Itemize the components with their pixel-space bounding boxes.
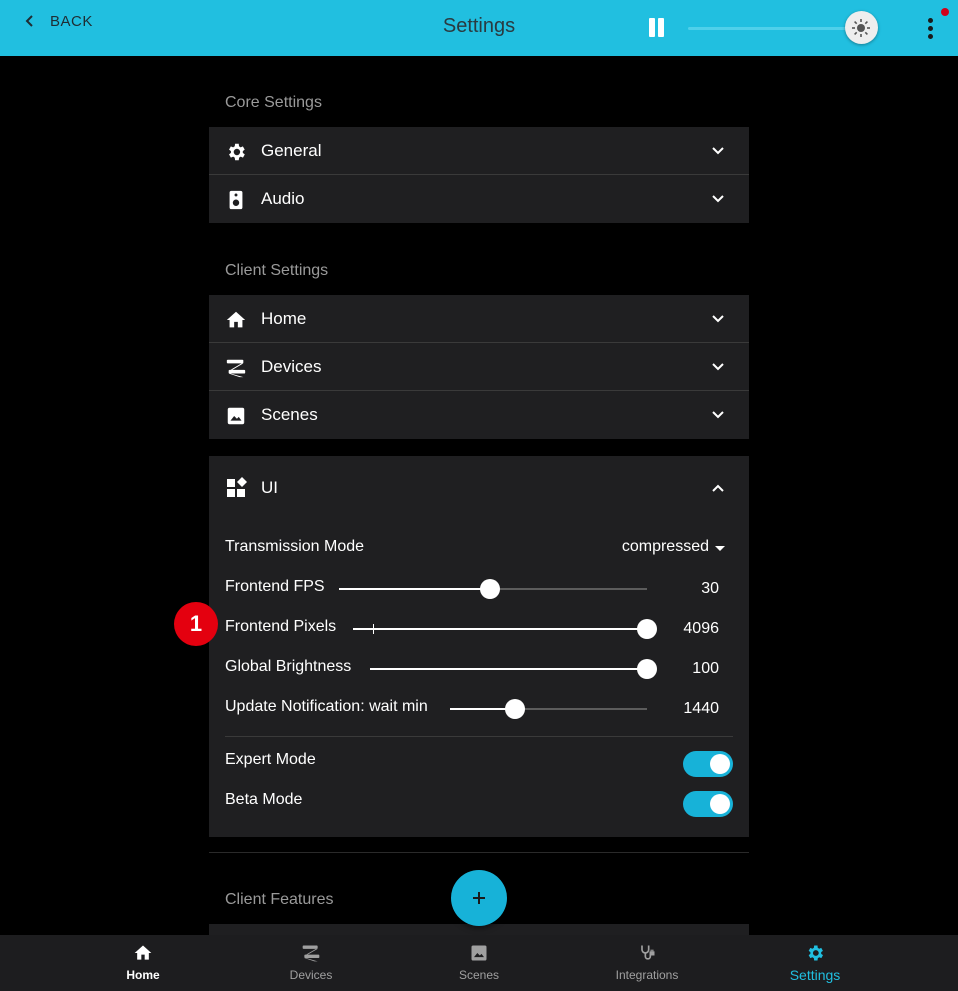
- frontend-fps-setting: Frontend FPS 30: [225, 568, 733, 608]
- setting-label: Expert Mode: [225, 751, 316, 768]
- setting-label: Frontend FPS: [225, 578, 325, 595]
- accordion-label: General: [261, 140, 322, 160]
- accordion-audio[interactable]: Audio: [209, 175, 749, 223]
- nav-integrations[interactable]: Integrations: [563, 935, 731, 991]
- led-strip-icon: [226, 359, 246, 378]
- setting-label: Global Brightness: [225, 658, 352, 675]
- slider-thumb[interactable]: [637, 659, 657, 679]
- brightness-slider-thumb[interactable]: [844, 11, 878, 44]
- app-bar: BACK Settings: [0, 0, 958, 56]
- slider-thumb[interactable]: [637, 619, 657, 639]
- nav-home[interactable]: Home: [59, 935, 227, 991]
- pause-icon: [649, 18, 655, 37]
- accordion-scenes[interactable]: Scenes: [209, 391, 749, 439]
- pause-button[interactable]: [646, 18, 666, 38]
- transmission-mode-setting: Transmission Mode compressed: [225, 528, 733, 568]
- setting-value: 100: [692, 660, 719, 677]
- home-icon: [226, 311, 246, 328]
- update-notification-slider[interactable]: [450, 699, 647, 719]
- slider-fill: [370, 668, 647, 670]
- divider: [225, 736, 733, 737]
- select-value: compressed: [621, 538, 709, 555]
- frontend-pixels-setting: Frontend Pixels 4096: [225, 608, 733, 648]
- ui-settings-panel: UI Transmission Mode compressed Frontend…: [209, 456, 749, 837]
- slider-thumb[interactable]: [479, 579, 500, 599]
- nav-label: Devices: [289, 968, 333, 982]
- accordion-home[interactable]: Home: [209, 295, 749, 343]
- slider-fill: [353, 628, 647, 630]
- core-settings-heading: Core Settings: [225, 94, 322, 111]
- gear-icon: [808, 945, 823, 961]
- client-settings-panel: Home Devices Scenes: [209, 295, 749, 439]
- add-button[interactable]: [451, 870, 507, 926]
- transmission-mode-select[interactable]: compressed: [622, 538, 725, 556]
- speaker-icon: [229, 190, 243, 210]
- nav-devices[interactable]: Devices: [227, 935, 395, 991]
- more-vert-icon[interactable]: [920, 16, 940, 42]
- image-icon: [227, 407, 245, 425]
- setting-label: Update Notification: wait min: [225, 698, 428, 715]
- nav-scenes[interactable]: Scenes: [395, 935, 563, 991]
- led-strip-icon: [302, 945, 320, 962]
- frontend-fps-slider[interactable]: [339, 579, 647, 599]
- nav-label: Home: [126, 968, 160, 982]
- chevron-down-icon: [712, 147, 724, 155]
- client-settings-heading: Client Settings: [225, 262, 329, 279]
- global-brightness-slider[interactable]: [370, 659, 657, 679]
- global-brightness-setting: Global Brightness 100: [225, 648, 733, 688]
- setting-label: Transmission Mode: [225, 538, 365, 555]
- notification-dot: [941, 8, 949, 16]
- chevron-down-icon: [712, 195, 724, 203]
- accordion-label: Devices: [261, 356, 322, 376]
- slider-thumb[interactable]: [505, 699, 525, 719]
- bottom-navigation: Home Devices Scenes Integrations Setting…: [0, 935, 958, 991]
- accordion-general[interactable]: General: [209, 127, 749, 175]
- nav-label: Settings: [789, 967, 841, 983]
- plug-icon: [641, 945, 655, 960]
- home-icon: [134, 945, 152, 960]
- sun-icon: [852, 18, 871, 37]
- chevron-down-icon: [712, 315, 724, 323]
- frontend-pixels-slider[interactable]: [353, 619, 657, 639]
- slider-fill: [339, 588, 490, 590]
- accordion-ui[interactable]: UI: [209, 456, 749, 520]
- core-settings-panel: General Audio: [209, 127, 749, 223]
- plus-icon: [473, 892, 485, 904]
- beta-mode-toggle[interactable]: [683, 791, 733, 817]
- setting-label: Frontend Pixels: [225, 618, 337, 635]
- accordion-devices[interactable]: Devices: [209, 343, 749, 391]
- chevron-up-icon: [712, 484, 724, 492]
- beta-mode-setting: Beta Mode: [225, 781, 733, 821]
- widgets-icon: [227, 477, 247, 497]
- setting-value: 4096: [683, 620, 719, 637]
- caret-down-icon: [715, 545, 725, 551]
- setting-value: 1440: [683, 700, 719, 717]
- update-notification-setting: Update Notification: wait min 1440: [225, 688, 733, 728]
- accordion-label: UI: [261, 478, 278, 497]
- chevron-down-icon: [712, 411, 724, 419]
- accordion-label: Scenes: [261, 405, 318, 424]
- accordion-label: Home: [261, 308, 307, 328]
- chevron-down-icon: [712, 363, 724, 371]
- accordion-label: Audio: [261, 189, 305, 208]
- nav-label: Integrations: [615, 968, 679, 982]
- divider: [209, 852, 749, 853]
- expert-mode-toggle[interactable]: [683, 751, 733, 777]
- setting-value: 30: [701, 580, 719, 597]
- step-badge: 1: [174, 602, 218, 646]
- image-icon: [471, 945, 487, 961]
- expert-mode-setting: Expert Mode: [225, 741, 733, 781]
- slider-tick-mark: [373, 624, 374, 634]
- nav-settings[interactable]: Settings: [731, 935, 899, 991]
- gear-icon: [229, 143, 245, 161]
- pause-icon-bar: [658, 18, 664, 37]
- nav-label: Scenes: [458, 968, 500, 982]
- client-features-heading: Client Features: [225, 891, 334, 908]
- setting-label: Beta Mode: [225, 791, 303, 808]
